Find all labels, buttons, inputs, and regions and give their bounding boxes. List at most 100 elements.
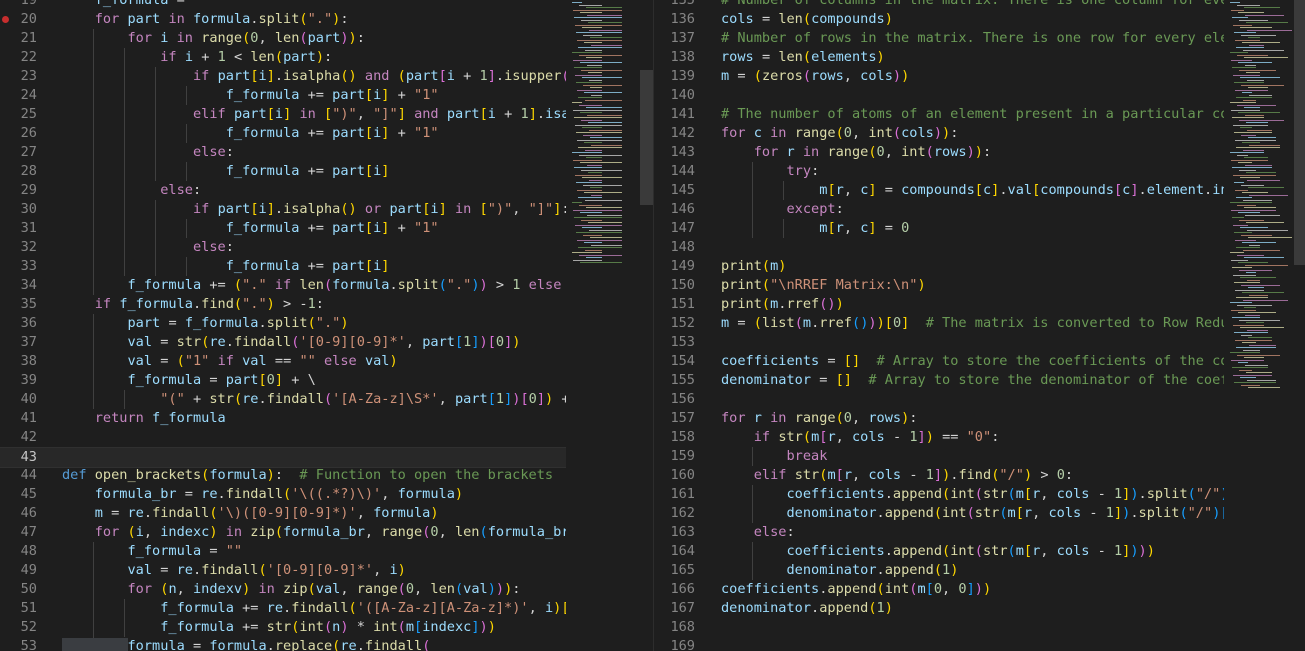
code-text[interactable]: rows = len(elements): [721, 48, 885, 67]
code-line[interactable]: 166 coefficients.append(int(m[0, 0])): [654, 580, 1224, 599]
code-text[interactable]: try:: [721, 162, 820, 181]
code-text[interactable]: for i in range(0, len(part)):: [62, 29, 365, 48]
code-line[interactable]: 142 for c in range(0, int(cols)):: [654, 124, 1224, 143]
code-text[interactable]: for c in range(0, int(cols)):: [721, 124, 958, 143]
code-line[interactable]: 49 val = re.findall('[0-9][0-9]*', i): [0, 561, 566, 580]
right-editor[interactable]: 135 # Number of columns in the matrix. Th…: [654, 0, 1224, 651]
code-line[interactable]: 52 f_formula += str(int(n) * int(m[index…: [0, 618, 566, 637]
code-line[interactable]: 152 m = (list(m.rref()))[0] # The matrix …: [654, 314, 1224, 333]
code-text[interactable]: def open_brackets(formula): # Function t…: [62, 466, 553, 485]
code-line[interactable]: 148: [654, 238, 1224, 257]
code-text[interactable]: denominator.append(1): [721, 561, 959, 580]
code-line[interactable]: 140: [654, 86, 1224, 105]
code-text[interactable]: print("\nRREF Matrix:\n"): [721, 276, 926, 295]
code-text[interactable]: coefficients.append(int(m[0, 0])): [721, 580, 991, 599]
code-text[interactable]: formula = formula.replace(re.findall(: [62, 637, 430, 651]
code-text[interactable]: f_formula += part[i]: [62, 162, 390, 181]
code-line[interactable]: 139 m = (zeros(rows, cols)): [654, 67, 1224, 86]
code-text[interactable]: f_formula = "": [62, 542, 243, 561]
code-line[interactable]: 136 cols = len(compounds): [654, 10, 1224, 29]
code-text[interactable]: denominator = [] # Array to store the de…: [721, 371, 1224, 390]
code-line[interactable]: 150 print("\nRREF Matrix:\n"): [654, 276, 1224, 295]
code-text[interactable]: if str(m[r, cols - 1]) == "0":: [721, 428, 1000, 447]
code-line[interactable]: 157 for r in range(0, rows):: [654, 409, 1224, 428]
code-text[interactable]: denominator.append(int(str(m[r, cols - 1…: [721, 504, 1225, 523]
code-text[interactable]: if part[i].isalpha() or part[i] in [")",…: [62, 200, 566, 219]
code-line[interactable]: 165 denominator.append(1): [654, 561, 1224, 580]
left-minimap[interactable]: [566, 0, 654, 651]
code-line[interactable]: 162 denominator.append(int(str(m[r, cols…: [654, 504, 1224, 523]
code-line[interactable]: 26 f_formula += part[i] + "1": [0, 124, 566, 143]
code-text[interactable]: else:: [721, 523, 795, 542]
code-line[interactable]: 45 formula_br = re.findall('\((.*?)\)', …: [0, 485, 566, 504]
code-line[interactable]: 19 f_formula =: [0, 0, 566, 10]
code-text[interactable]: elif part[i] in [")", "]"] and part[i + …: [62, 105, 566, 124]
code-line[interactable]: 53 formula = formula.replace(re.findall(: [0, 637, 566, 651]
code-text[interactable]: f_formula += part[i] + "1": [62, 219, 439, 238]
code-text[interactable]: else:: [62, 181, 201, 200]
code-text[interactable]: return f_formula: [62, 409, 226, 428]
code-line[interactable]: 149 print(m): [654, 257, 1224, 276]
code-text[interactable]: for (n, indexv) in zip(val, range(0, len…: [62, 580, 521, 599]
code-line[interactable]: 141 # The number of atoms of an element p…: [654, 105, 1224, 124]
code-line[interactable]: 20 for part in formula.split("."):: [0, 10, 566, 29]
code-text[interactable]: for part in formula.split("."):: [62, 10, 349, 29]
code-line[interactable]: 143 for r in range(0, int(rows)):: [654, 143, 1224, 162]
code-line[interactable]: 151 print(m.rref()): [654, 295, 1224, 314]
code-line[interactable]: 145 m[r, c] = compounds[c].val[compounds…: [654, 181, 1224, 200]
code-text[interactable]: if part[i].isalpha() and (part[i + 1].is…: [62, 67, 566, 86]
code-text[interactable]: # Number of columns in the matrix. There…: [721, 0, 1224, 10]
code-line[interactable]: 47 for (i, indexc) in zip(formula_br, ra…: [0, 523, 566, 542]
code-line[interactable]: 146 except:: [654, 200, 1224, 219]
code-line[interactable]: 135 # Number of columns in the matrix. Th…: [654, 0, 1224, 10]
code-text[interactable]: "(" + str(re.findall('[A-Za-z]\S*', part…: [62, 390, 566, 409]
code-line[interactable]: 30 if part[i].isalpha() or part[i] in ["…: [0, 200, 566, 219]
code-text[interactable]: val = str(re.findall('[0-9][0-9]*', part…: [62, 333, 521, 352]
code-line[interactable]: 40 "(" + str(re.findall('[A-Za-z]\S*', p…: [0, 390, 566, 409]
code-line[interactable]: 28 f_formula += part[i]: [0, 162, 566, 181]
code-line[interactable]: 39 f_formula = part[0] + \: [0, 371, 566, 390]
left-editor[interactable]: 19 f_formula = 20 for part in formula.sp…: [0, 0, 566, 651]
code-text[interactable]: break: [721, 447, 828, 466]
code-text[interactable]: elif str(m[r, cols - 1]).find("/") > 0:: [721, 466, 1073, 485]
code-line[interactable]: 23 if part[i].isalpha() and (part[i + 1]…: [0, 67, 566, 86]
code-text[interactable]: for (i, indexc) in zip(formula_br, range…: [62, 523, 566, 542]
code-line[interactable]: 43: [0, 447, 566, 468]
code-text[interactable]: f_formula += part[i] + "1": [62, 86, 439, 105]
code-text[interactable]: formula_br = re.findall('\((.*?)\)', for…: [62, 485, 463, 504]
right-minimap[interactable]: [1224, 0, 1305, 651]
breakpoint-icon[interactable]: [2, 16, 9, 23]
code-line[interactable]: 27 else:: [0, 143, 566, 162]
code-text[interactable]: f_formula += part[i] + "1": [62, 124, 439, 143]
code-line[interactable]: 35 if f_formula.find(".") > -1:: [0, 295, 566, 314]
code-text[interactable]: # Number of rows in the matrix. There is…: [721, 29, 1224, 48]
code-text[interactable]: for r in range(0, rows):: [721, 409, 917, 428]
code-line[interactable]: 41 return f_formula: [0, 409, 566, 428]
code-text[interactable]: f_formula += str(int(n) * int(m[indexc])…: [62, 618, 496, 637]
code-line[interactable]: 33 f_formula += part[i]: [0, 257, 566, 276]
code-text[interactable]: m[r, c] = compounds[c].val[compounds[c].…: [721, 181, 1224, 200]
code-line[interactable]: 25 elif part[i] in [")", "]"] and part[i…: [0, 105, 566, 124]
code-text[interactable]: f_formula =: [62, 0, 193, 10]
code-line[interactable]: 37 val = str(re.findall('[0-9][0-9]*', p…: [0, 333, 566, 352]
code-line[interactable]: 32 else:: [0, 238, 566, 257]
code-text[interactable]: m[r, c] = 0: [721, 219, 909, 238]
code-text[interactable]: coefficients.append(int(str(m[r, cols - …: [721, 485, 1225, 504]
code-text[interactable]: f_formula += re.findall('([A-Za-z][A-Za-…: [62, 599, 566, 618]
code-text[interactable]: f_formula += ("." if len(formula.split("…: [62, 276, 566, 295]
code-line[interactable]: 163 else:: [654, 523, 1224, 542]
code-line[interactable]: 42: [0, 428, 566, 447]
code-text[interactable]: val = ("1" if val == "" else val): [62, 352, 398, 371]
code-text[interactable]: f_formula = part[0] + \: [62, 371, 316, 390]
code-line[interactable]: 22 if i + 1 < len(part):: [0, 48, 566, 67]
code-text[interactable]: m = (list(m.rref()))[0] # The matrix is …: [721, 314, 1224, 333]
code-text[interactable]: except:: [721, 200, 844, 219]
code-line[interactable]: 34 f_formula += ("." if len(formula.spli…: [0, 276, 566, 295]
code-line[interactable]: 29 else:: [0, 181, 566, 200]
code-line[interactable]: 21 for i in range(0, len(part)):: [0, 29, 566, 48]
code-text[interactable]: else:: [62, 143, 234, 162]
code-text[interactable]: coefficients.append(int(str(m[r, cols - …: [721, 542, 1155, 561]
code-line[interactable]: 161 coefficients.append(int(str(m[r, col…: [654, 485, 1224, 504]
code-line[interactable]: 44 def open_brackets(formula): # Function…: [0, 466, 566, 485]
code-line[interactable]: 159 break: [654, 447, 1224, 466]
